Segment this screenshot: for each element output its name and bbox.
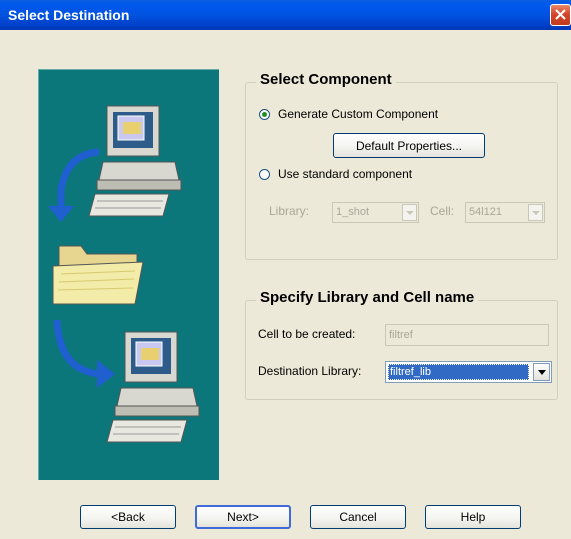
folder-icon xyxy=(52,245,144,305)
destination-library-select[interactable]: filtref_lib xyxy=(385,361,552,383)
cell-value: 54l121 xyxy=(469,206,503,218)
destination-library-label: Destination Library: xyxy=(258,364,362,378)
radio-button[interactable] xyxy=(259,168,270,180)
cell-name-field[interactable]: filtref xyxy=(385,324,549,346)
radio-button-checked[interactable] xyxy=(259,108,270,120)
default-properties-button[interactable]: Default Properties... xyxy=(333,133,485,158)
computer-icon xyxy=(88,105,182,217)
help-button[interactable]: Help xyxy=(425,505,521,529)
group-title: Specify Library and Cell name xyxy=(256,289,479,306)
library-value: 1_shot xyxy=(336,206,370,218)
library-label: Library: xyxy=(269,204,310,218)
title-bar: Select Destination xyxy=(0,0,571,30)
back-button[interactable]: <Back xyxy=(80,505,176,529)
radio-label: Generate Custom Component xyxy=(278,107,439,121)
cell-to-create-label: Cell to be created: xyxy=(258,327,356,341)
cell-label: Cell: xyxy=(430,204,455,218)
radio-label: Use standard component xyxy=(278,167,413,181)
cell-name-value: filtref xyxy=(389,329,413,341)
close-icon xyxy=(555,9,566,20)
specify-library-group: Specify Library and Cell name xyxy=(245,289,558,400)
library-select[interactable]: 1_shot xyxy=(332,202,419,223)
use-standard-radio[interactable]: Use standard component xyxy=(259,167,412,181)
next-button[interactable]: Next> xyxy=(195,505,291,529)
chevron-down-icon[interactable] xyxy=(528,204,543,221)
close-button[interactable] xyxy=(550,4,571,26)
chevron-down-icon[interactable] xyxy=(402,204,417,221)
destination-library-value: filtref_lib xyxy=(388,364,529,380)
wizard-illustration xyxy=(38,69,219,480)
generate-custom-radio[interactable]: Generate Custom Component xyxy=(259,107,438,121)
chevron-down-icon[interactable] xyxy=(533,363,550,381)
cancel-button[interactable]: Cancel xyxy=(310,505,406,529)
computer-icon xyxy=(106,331,200,443)
window-title: Select Destination xyxy=(8,7,130,23)
arrow-right-icon xyxy=(53,319,115,388)
cell-select[interactable]: 54l121 xyxy=(465,202,545,223)
group-title: Select Component xyxy=(256,71,396,88)
